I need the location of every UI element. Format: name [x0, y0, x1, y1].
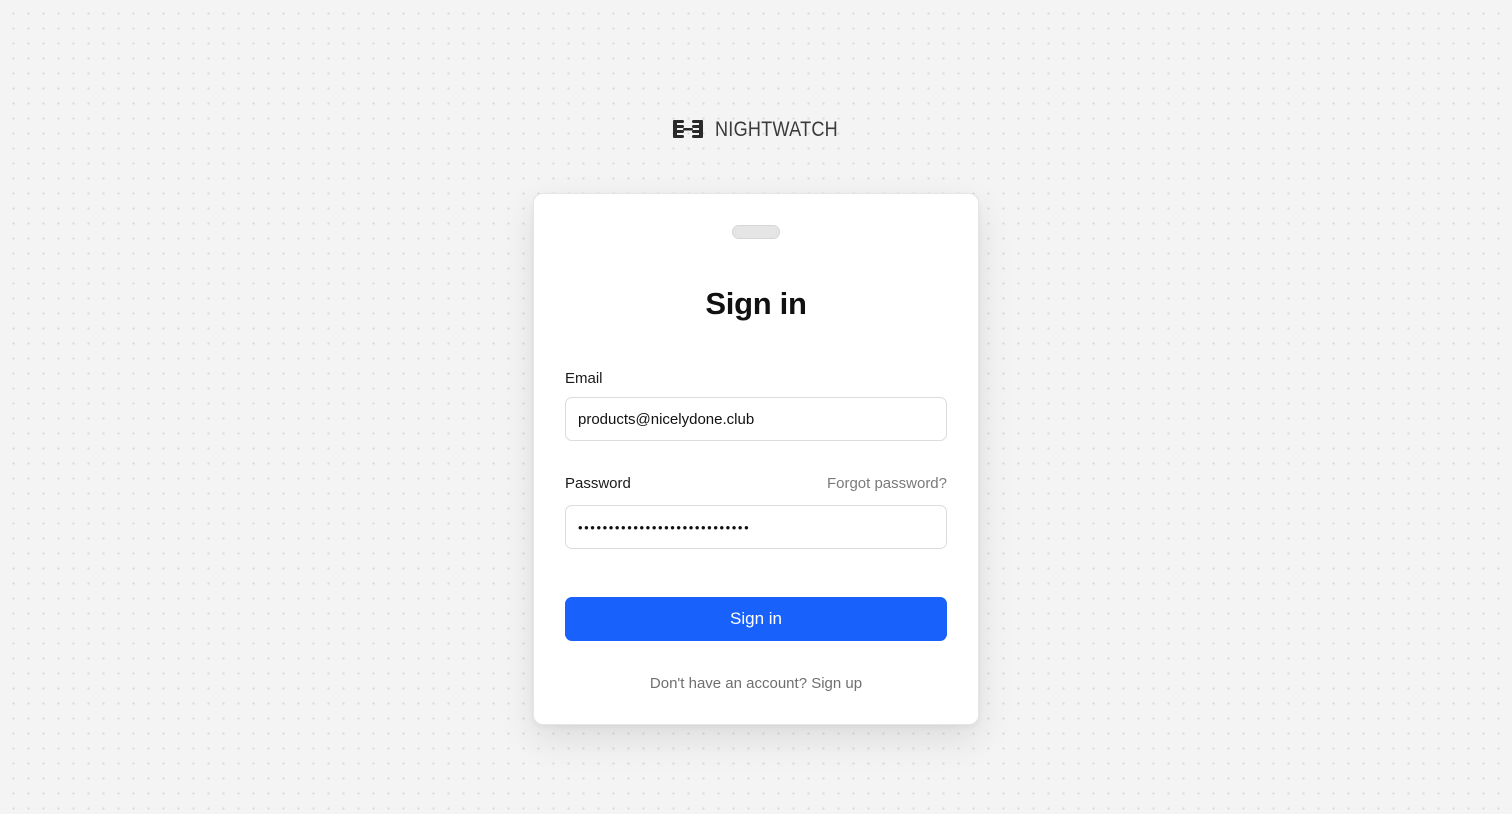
- password-label: Password: [565, 475, 631, 492]
- email-field[interactable]: [565, 397, 947, 441]
- page-title: Sign in: [705, 286, 807, 321]
- forgot-password-link[interactable]: Forgot password?: [827, 475, 947, 492]
- password-field[interactable]: [565, 505, 947, 549]
- signup-link[interactable]: Sign up: [811, 675, 862, 692]
- signup-prompt-text: Don't have an account?: [649, 675, 808, 692]
- signin-button[interactable]: Sign in: [565, 597, 947, 641]
- nightwatch-logo-icon: [672, 120, 703, 138]
- signup-prompt: Don't have an account? Sign up: [534, 675, 978, 692]
- brand-header: NIGHTWATCH: [0, 118, 1512, 142]
- email-label: Email: [565, 370, 603, 387]
- signin-card: Sign in Email Password Forgot password? …: [533, 193, 979, 725]
- card-handle: [732, 225, 780, 239]
- brand-name: NIGHTWATCH: [714, 118, 838, 141]
